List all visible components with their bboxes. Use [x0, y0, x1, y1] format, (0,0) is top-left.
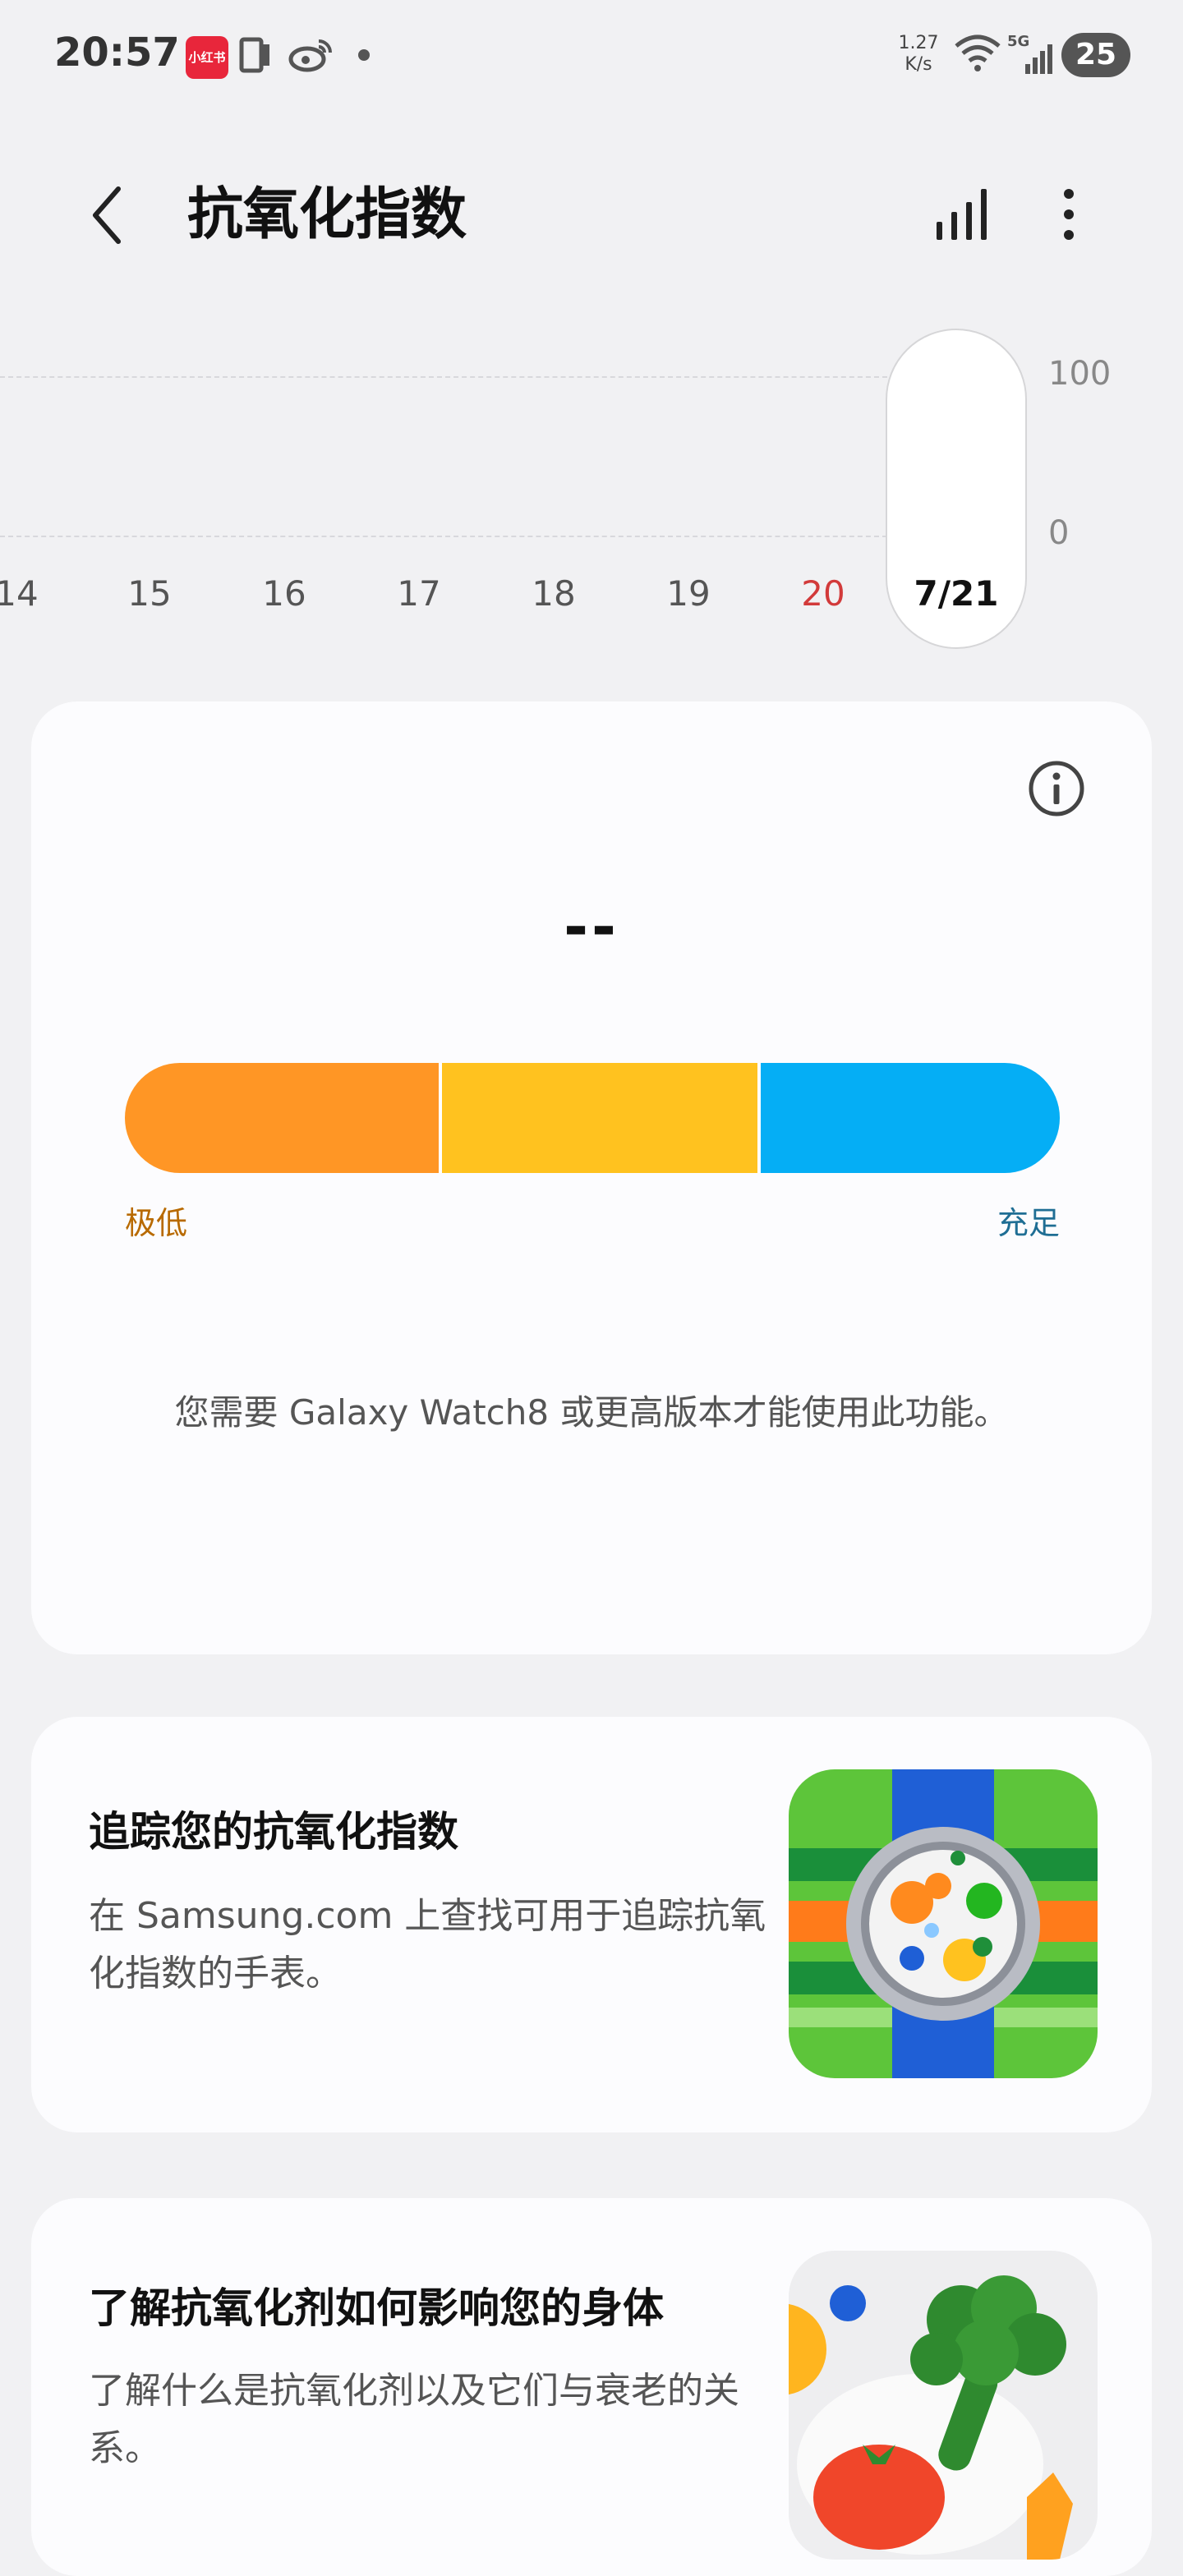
gridline-min: [0, 536, 887, 537]
weibo-icon: [288, 39, 332, 72]
more-vert-icon[interactable]: [1056, 186, 1081, 243]
y-axis-min-label: 0: [1048, 514, 1070, 552]
day-label[interactable]: 15: [117, 573, 182, 614]
scale-segment-low: [125, 1063, 439, 1173]
scale-high-label: 充足: [997, 1205, 1060, 1241]
clock: 20:57: [54, 30, 180, 76]
day-label-sunday[interactable]: 20: [790, 573, 856, 614]
galaxy-watch-illustration: [789, 1769, 1098, 2078]
vegetables-illustration: [789, 2251, 1098, 2560]
date-chart: 100 0 14 15 16 17 18 19 20 7/21: [0, 312, 1183, 657]
signal-group: 5G: [1007, 33, 1053, 80]
info-icon[interactable]: [1027, 759, 1086, 818]
day-label[interactable]: 17: [386, 573, 452, 614]
card-title: 了解抗氧化剂如何影响您的身体: [89, 2284, 664, 2332]
card-title: 追踪您的抗氧化指数: [89, 1808, 458, 1856]
xiaohongshu-notification-icon: 小红书: [186, 36, 228, 79]
more-notifications-dot: [358, 49, 370, 61]
bar-chart-icon[interactable]: [933, 186, 991, 243]
day-label[interactable]: 19: [656, 573, 721, 614]
network-speed: 1.27 K/s: [897, 33, 940, 76]
day-label[interactable]: 18: [521, 573, 587, 614]
wifi-icon: [955, 34, 1001, 71]
page-title: 抗氧化指数: [187, 182, 467, 247]
index-scale-bar: [125, 1063, 1060, 1173]
back-arrow-icon[interactable]: [85, 182, 127, 248]
day-label[interactable]: 16: [251, 573, 317, 614]
antioxidant-index-card: -- 极低 充足 您需要 Galaxy Watch8 或更高版本才能使用此功能。: [31, 702, 1152, 1654]
phone-notification-icon: [239, 37, 269, 73]
card-description: 在 Samsung.com 上查找可用于追踪抗氧化指数的手表。: [89, 1895, 766, 1994]
scale-segment-high: [761, 1063, 1060, 1173]
signal-strength-icon: 5G: [1007, 33, 1052, 74]
scale-low-label: 极低: [125, 1205, 188, 1241]
scale-segment-mid: [442, 1063, 757, 1173]
device-requirement-notice: 您需要 Galaxy Watch8 或更高版本才能使用此功能。: [174, 1392, 1009, 1433]
track-index-card[interactable]: 追踪您的抗氧化指数 在 Samsung.com 上查找可用于追踪抗氧化指数的手表…: [31, 1717, 1152, 2132]
index-value: --: [564, 892, 619, 961]
gridline-max: [0, 376, 887, 378]
network-speed-unit: K/s: [905, 54, 932, 75]
y-axis-max-label: 100: [1048, 355, 1112, 393]
battery-indicator: 25: [1061, 33, 1130, 77]
learn-antioxidants-card[interactable]: 了解抗氧化剂如何影响您的身体 了解什么是抗氧化剂以及它们与衰老的关系。: [31, 2198, 1152, 2576]
card-description: 了解什么是抗氧化剂以及它们与衰老的关系。: [89, 2370, 739, 2469]
day-label[interactable]: 14: [0, 573, 49, 614]
network-speed-value: 1.27: [898, 33, 939, 53]
selected-day-label[interactable]: 7/21: [886, 573, 1027, 614]
network-type-label: 5G: [1007, 33, 1029, 50]
status-bar: 20:57 小红书 1.27 K/s 5G 25: [0, 0, 1183, 107]
